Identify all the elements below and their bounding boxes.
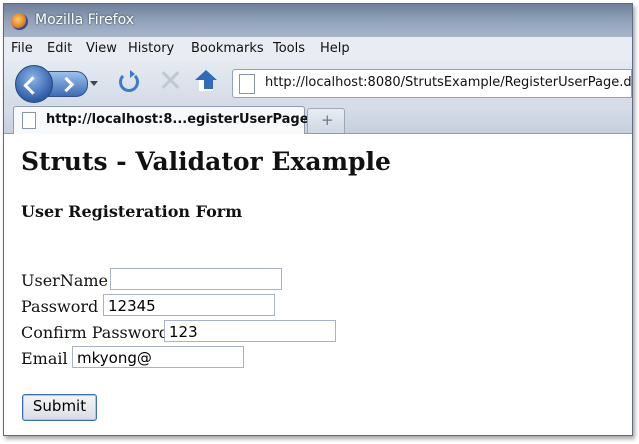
submit-button[interactable]: Submit (22, 394, 97, 421)
stop-icon[interactable] (159, 69, 181, 91)
firefox-logo-icon (11, 13, 28, 30)
tab-active[interactable]: http://localhost:8...egisterUserPage.do (13, 106, 332, 134)
page-title: Struts - Validator Example (21, 147, 391, 176)
tab-label: http://localhost:8...egisterUserPage.do (46, 112, 332, 127)
address-bar[interactable]: http://localhost:8080/StrutsExample/Regi… (232, 69, 632, 98)
password-label: Password : (21, 297, 109, 316)
new-tab-button[interactable]: + (307, 108, 345, 133)
username-label: UserName : (21, 271, 119, 290)
password-field[interactable]: 12345 (103, 294, 275, 316)
form-title: User Registeration Form (21, 202, 243, 221)
home-icon[interactable] (193, 70, 219, 94)
menu-help[interactable]: Help (320, 41, 350, 56)
username-field[interactable] (110, 268, 282, 290)
navigation-toolbar: http://localhost:8080/StrutsExample/Regi… (4, 61, 632, 106)
back-arrow-icon[interactable] (15, 65, 53, 103)
menu-view[interactable]: View (86, 41, 117, 56)
menu-history[interactable]: History (128, 41, 174, 56)
browser-window: Mozilla Firefox File Edit View History B… (3, 3, 633, 436)
reload-icon[interactable] (119, 70, 139, 92)
title-bar: Mozilla Firefox (4, 4, 632, 37)
tab-strip: http://localhost:8...egisterUserPage.do … (4, 105, 632, 134)
page-icon (22, 112, 36, 129)
plus-icon: + (321, 111, 334, 129)
page-content: Struts - Validator Example User Register… (4, 134, 632, 435)
address-text[interactable]: http://localhost:8080/StrutsExample/Regi… (265, 75, 632, 90)
email-label: Email : (21, 349, 79, 368)
window-title: Mozilla Firefox (35, 12, 135, 28)
confirm-password-label: Confirm Password : (21, 323, 180, 342)
confirm-password-field[interactable]: 123 (164, 320, 336, 342)
history-dropdown-icon[interactable] (90, 81, 98, 86)
menu-tools[interactable]: Tools (273, 41, 305, 56)
menu-file[interactable]: File (11, 41, 33, 56)
menu-bookmarks[interactable]: Bookmarks (191, 41, 264, 56)
forward-arrow-icon[interactable] (48, 71, 88, 97)
menu-edit[interactable]: Edit (47, 41, 72, 56)
email-field[interactable]: mkyong@ (72, 346, 244, 368)
page-icon (239, 74, 255, 94)
menu-bar: File Edit View History Bookmarks Tools H… (4, 37, 632, 61)
